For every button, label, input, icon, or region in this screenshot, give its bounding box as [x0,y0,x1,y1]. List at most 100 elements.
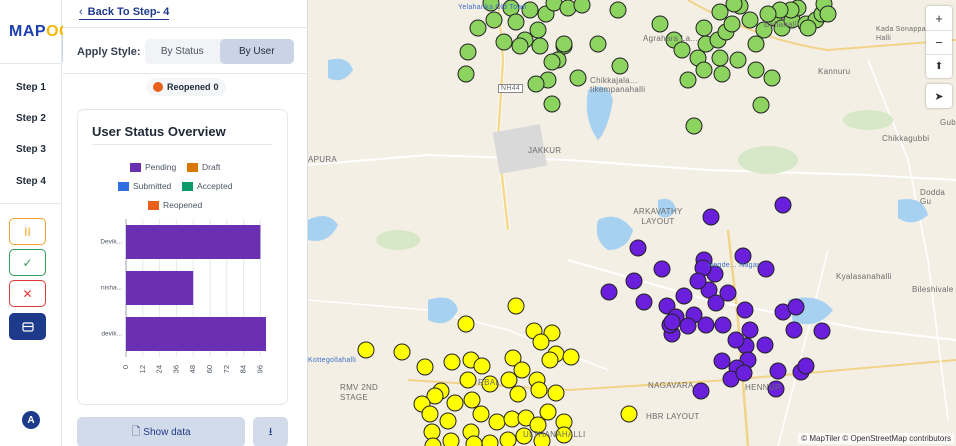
map-marker[interactable] [713,352,731,370]
map-marker[interactable] [663,313,681,331]
map-marker[interactable] [507,13,525,31]
map-marker[interactable] [752,96,770,114]
map-marker[interactable] [685,117,703,135]
map-marker[interactable] [725,0,743,13]
map-marker[interactable] [713,65,731,83]
map-marker[interactable] [763,69,781,87]
map-marker[interactable] [457,315,475,333]
map-marker[interactable] [416,358,434,376]
map-marker[interactable] [424,437,442,446]
map-marker[interactable] [469,19,487,37]
map-marker[interactable] [539,403,557,421]
map-marker[interactable] [727,331,745,349]
map-marker[interactable] [459,371,477,389]
map-marker[interactable] [541,351,559,369]
map-marker[interactable] [769,362,787,380]
download-button[interactable]: ⭳ [253,417,288,446]
map-marker[interactable] [629,239,647,257]
map-marker[interactable] [723,15,741,33]
map-marker[interactable] [741,11,759,29]
map-marker[interactable] [600,283,618,301]
map-marker[interactable] [719,284,737,302]
bar[interactable] [126,271,194,305]
map-marker[interactable] [714,316,732,334]
reopened-status-chip[interactable]: Reopened 0 [146,78,226,96]
map-marker[interactable] [609,1,627,19]
map-marker[interactable] [689,272,707,290]
map-marker[interactable] [589,35,607,53]
bar[interactable] [126,317,266,351]
step-1-link[interactable]: Step 1 [0,82,62,93]
map-marker[interactable] [446,394,464,412]
map-marker[interactable] [545,0,563,12]
by-user-tab[interactable]: By User [219,39,294,64]
map-marker[interactable] [711,49,729,67]
legend-reopened[interactable]: Reopened [148,200,202,210]
map-marker[interactable] [393,343,411,361]
by-status-tab[interactable]: By Status [145,39,220,64]
user-avatar[interactable]: A [22,411,40,429]
map-marker[interactable] [797,357,815,375]
map-marker[interactable] [357,341,375,359]
map-marker[interactable] [530,381,548,399]
map-marker[interactable] [443,353,461,371]
map-marker[interactable] [747,35,765,53]
map-marker[interactable] [620,405,638,423]
bar[interactable] [126,225,261,259]
map-marker[interactable] [421,405,439,423]
map-marker[interactable] [529,21,547,39]
map-marker[interactable] [457,65,475,83]
geolocate-button[interactable]: ➤ [926,84,952,108]
map-marker[interactable] [500,371,518,389]
map-marker[interactable] [787,298,805,316]
data-button[interactable] [9,313,46,340]
map-marker[interactable] [697,316,715,334]
compass-button[interactable]: ⬆ [926,54,952,78]
map-marker[interactable] [547,384,565,402]
map-marker[interactable] [555,35,573,53]
map-marker[interactable] [799,19,817,37]
map-marker[interactable] [499,431,517,446]
map-marker[interactable] [695,61,713,79]
step-2-link[interactable]: Step 2 [0,113,62,124]
map-marker[interactable] [625,272,643,290]
pending-filter-button[interactable]: II [9,218,46,245]
map-marker[interactable] [729,51,747,69]
map-markers[interactable] [357,0,837,446]
map-marker[interactable] [495,33,513,51]
map-marker[interactable] [756,336,774,354]
map-marker[interactable] [531,37,549,55]
show-data-button[interactable]: 🗋 Show data [77,417,245,446]
map-marker[interactable] [774,196,792,214]
map-marker[interactable] [651,15,669,33]
legend-submitted[interactable]: Submitted [118,181,171,191]
map-marker[interactable] [741,321,759,339]
map-marker[interactable] [463,391,481,409]
legend-draft[interactable]: Draft [187,162,220,172]
map-marker[interactable] [442,432,460,446]
step-3-link[interactable]: Step 3 [0,144,62,155]
map-marker[interactable] [513,361,531,379]
map-marker[interactable] [711,3,729,21]
accepted-filter-button[interactable]: ✓ [9,249,46,276]
map-marker[interactable] [485,11,503,29]
map-marker[interactable] [481,434,499,446]
step-4-link[interactable]: Step 4 [0,176,62,187]
map-marker[interactable] [611,57,629,75]
map-marker[interactable] [532,333,550,351]
map-marker[interactable] [507,297,525,315]
map-marker[interactable] [459,43,477,61]
rejected-filter-button[interactable]: ✕ [9,280,46,307]
map-marker[interactable] [653,260,671,278]
zoom-in-button[interactable]: + [926,6,952,30]
zoom-out-button[interactable]: − [926,30,952,54]
map-marker[interactable] [569,69,587,87]
map-marker[interactable] [559,0,577,17]
map-marker[interactable] [785,321,803,339]
map-marker[interactable] [543,95,561,113]
map-marker[interactable] [543,53,561,71]
map-attribution[interactable]: © MapTiler © OpenStreetMap contributors [798,433,954,444]
legend-accepted[interactable]: Accepted [182,181,232,191]
back-to-step-link[interactable]: ‹ Back To Step- 4 [79,6,170,20]
map-view[interactable]: Yelahanka Old Town Bellahalli Kada Sonap… [308,0,956,446]
